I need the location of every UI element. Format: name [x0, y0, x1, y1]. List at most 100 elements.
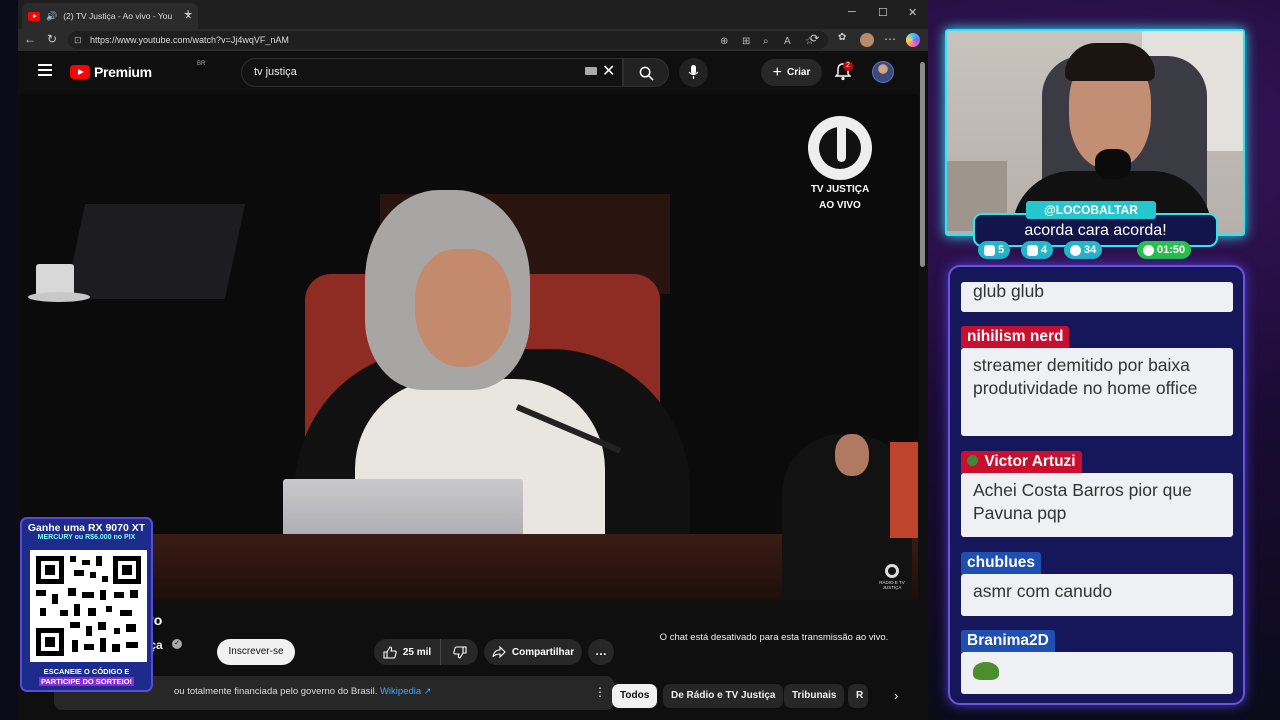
kick-count: 34 [1084, 244, 1097, 256]
twitch-count: 5 [998, 244, 1005, 256]
video-player[interactable]: TV JUSTIÇA AO VIVO RÁDIO E TV JUSTIÇA [20, 94, 918, 600]
chat-disabled-message: O chat está desativado para esta transmi… [659, 632, 889, 643]
search-icon [639, 66, 654, 81]
hamburger-menu-icon[interactable] [38, 64, 52, 76]
account-avatar[interactable] [872, 61, 894, 83]
browser-window: 🔊 (2) TV Justiça - Ao vivo - You ✕ + ─ ☐… [18, 0, 928, 720]
chat-username: nihilism nerd [961, 326, 1070, 348]
logo-region: BR [197, 61, 206, 67]
tab-title: (2) TV Justiça - Ao vivo - You [63, 11, 173, 21]
tv-justica-logo-icon [808, 116, 872, 180]
like-count: 25 mil [402, 646, 432, 658]
user-badge-icon [967, 455, 978, 466]
streamer-hair [1065, 43, 1155, 81]
clear-search-icon[interactable]: ✕ [602, 61, 615, 81]
headset-mic [1095, 149, 1131, 179]
logo-text: Premium [94, 64, 152, 80]
search-button[interactable] [623, 58, 669, 87]
chips-next-arrow-icon[interactable]: › [894, 688, 898, 703]
cup-saucer [28, 292, 90, 302]
featured-username: @LOCOBALTAR [1026, 201, 1156, 219]
logo-line2: AO VIVO [819, 200, 861, 211]
stream-timer: 01:50 [1137, 241, 1192, 259]
app-available-icon[interactable]: ⊞ [742, 33, 750, 51]
notifications-badge: 2 [843, 61, 853, 71]
new-tab-button[interactable]: + [184, 5, 192, 21]
youtube-count: 4 [1041, 244, 1048, 256]
twitch-viewers: 5 [978, 241, 1011, 259]
wikipedia-link[interactable]: Wikipedia [380, 686, 421, 697]
speaker-icon[interactable]: 🔊 [46, 11, 57, 22]
reload-icon[interactable]: ↻ [47, 32, 57, 46]
kick-viewers: 34 [1064, 241, 1103, 259]
judge-face [415, 249, 511, 367]
dislike-button[interactable] [442, 639, 478, 665]
keyboard-icon[interactable] [585, 67, 597, 75]
clock-icon [1143, 244, 1154, 256]
youtube-premium-logo[interactable]: Premium BR [70, 61, 205, 80]
timer-value: 01:50 [1157, 244, 1186, 256]
giveaway-cta-line2: PARTICIPE DO SORTEIO! [38, 677, 135, 686]
profile-avatar[interactable] [860, 33, 874, 47]
interpreter-face [835, 434, 869, 476]
create-label: Criar [786, 67, 811, 78]
chat-username-with-badge: Victor Artuzi [961, 451, 1082, 473]
back-arrow-icon[interactable]: ← [24, 32, 36, 46]
kick-icon [1070, 244, 1081, 256]
search-input[interactable]: tv justiça [241, 58, 623, 87]
corner-logo-icon [885, 564, 899, 578]
extensions-icon[interactable]: ⟳ [810, 32, 819, 45]
frog-emote-icon [973, 662, 999, 680]
create-button[interactable]: + Criar [761, 59, 822, 86]
chat-message-text: streamer demitido por baixa produtividad… [961, 348, 1233, 436]
thumbs-down-icon [453, 645, 467, 659]
chip-all[interactable]: Todos [612, 684, 658, 708]
puzzle-icon[interactable]: ✿ [838, 32, 846, 43]
chip-tribunais[interactable]: Tribunais [784, 684, 845, 708]
youtube-header: Premium BR tv justiça ✕ + Criar 2 [18, 52, 918, 94]
youtube-favicon-icon [28, 11, 40, 21]
url-input[interactable]: ⊡ https://www.youtube.com/watch?v=Jj4wqV… [68, 31, 828, 49]
copilot-icon[interactable] [906, 33, 920, 47]
site-info-icon[interactable]: ⊡ [74, 31, 82, 49]
youtube-viewers: 4 [1021, 241, 1054, 259]
browser-tab[interactable]: 🔊 (2) TV Justiça - Ao vivo - You ✕ [22, 3, 198, 29]
microphone-icon [688, 65, 699, 79]
chat-message-text: Achei Costa Barros pior que Pavuna pqp [961, 473, 1233, 537]
close-window-button[interactable]: ✕ [908, 6, 917, 19]
funding-text: ou totalmente financiada pelo governo do… [174, 686, 378, 697]
logo-line1: TV JUSTIÇA [810, 184, 870, 195]
zoom-icon[interactable]: ⌕ [763, 33, 769, 51]
chat-username: Branima2D [961, 630, 1055, 652]
verified-check-icon: ✓ [172, 639, 182, 649]
minimize-button[interactable]: ─ [848, 6, 856, 18]
read-aloud-icon[interactable]: A [784, 33, 791, 51]
share-icon [492, 646, 506, 658]
chip-radio-tv-justica[interactable]: De Rádio e TV Justiça [663, 684, 784, 708]
page-scrollbar[interactable] [918, 52, 928, 720]
translate-icon[interactable]: ⊕ [720, 33, 728, 51]
giveaway-subtitle: MERCURY ou R$6.000 no PIX [37, 534, 136, 541]
tv-justica-logo: TV JUSTIÇA AO VIVO [808, 116, 872, 214]
browser-menu-icon[interactable]: ⋯ [884, 32, 896, 46]
thumbs-up-icon [383, 645, 397, 659]
giveaway-title: Ganhe uma RX 9070 XT [27, 522, 146, 534]
subscribe-button[interactable]: Inscrever-se [217, 639, 295, 665]
chat-message-text: asmr com canudo [961, 574, 1233, 616]
more-actions-button[interactable]: … [588, 639, 614, 665]
giveaway-cta: ESCANEIE O CÓDIGO E PARTICIPE DO SORTEIO… [22, 667, 151, 687]
info-more-icon[interactable]: ⋮ [594, 685, 606, 699]
maximize-button[interactable]: ☐ [878, 6, 888, 19]
chat-message-emote [961, 652, 1233, 694]
corner-logo-text: RÁDIO E TV JUSTIÇA [879, 580, 905, 590]
chat-message-text: glub glub [961, 282, 1233, 312]
background-laptop [64, 204, 246, 299]
voice-search-button[interactable] [679, 58, 708, 87]
scrollbar-thumb[interactable] [920, 62, 925, 267]
chip-next-partial[interactable]: R [848, 684, 868, 708]
share-button[interactable]: Compartilhar [484, 639, 582, 665]
like-button[interactable]: 25 mil [374, 639, 441, 665]
external-link-icon[interactable]: ↗ [424, 686, 432, 696]
chat-username: Victor Artuzi [984, 453, 1076, 470]
giveaway-qr-card: Ganhe uma RX 9070 XT MERCURY ou R$6.000 … [20, 517, 153, 692]
